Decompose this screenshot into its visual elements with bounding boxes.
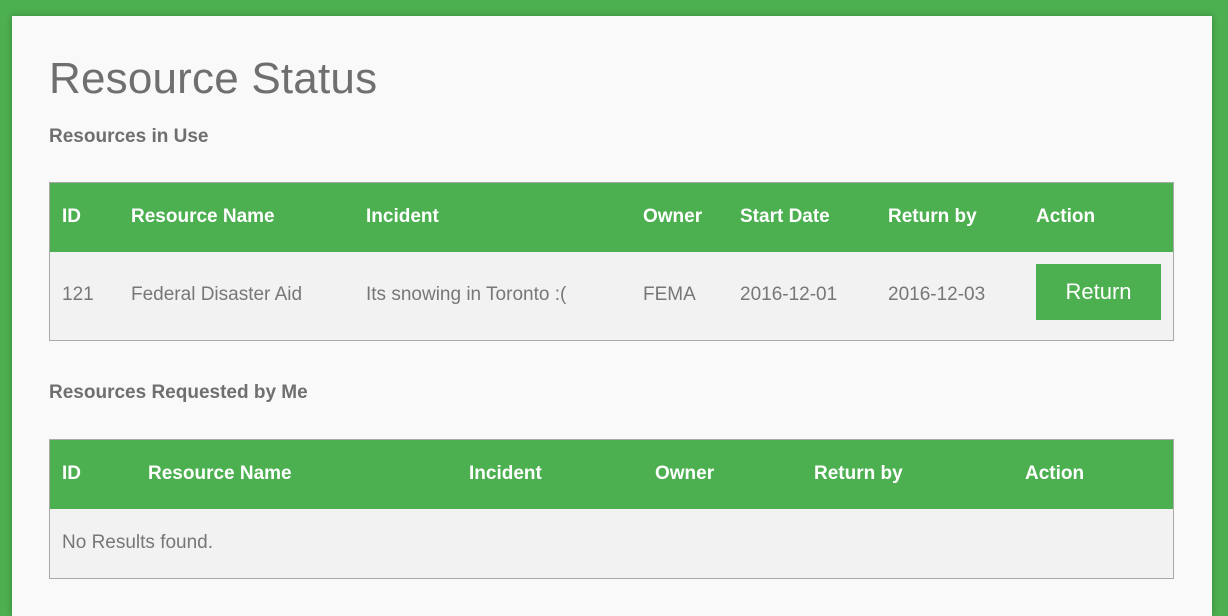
column-header-return-by: Return by xyxy=(888,206,977,227)
empty-results-message: No Results found. xyxy=(62,532,214,553)
resources-in-use-heading: Resources in Use xyxy=(49,126,209,147)
column-header-owner: Owner xyxy=(655,463,715,484)
cell-resource-name: Federal Disaster Aid xyxy=(131,284,303,305)
column-header-incident: Incident xyxy=(366,206,439,227)
page-title: Resource Status xyxy=(49,54,378,103)
column-header-owner: Owner xyxy=(643,206,703,227)
column-header-action: Action xyxy=(1036,206,1096,227)
cell-id: 121 xyxy=(62,284,94,305)
column-header-id: ID xyxy=(62,206,81,227)
resources-requested-heading: Resources Requested by Me xyxy=(49,382,308,403)
cell-return-by: 2016-12-03 xyxy=(888,284,986,305)
column-header-resource-name: Resource Name xyxy=(131,206,275,227)
resources-requested-table: ID Resource Name Incident Owner Return b… xyxy=(49,439,1174,579)
cell-incident: Its snowing in Toronto :( xyxy=(366,284,567,305)
column-header-resource-name: Resource Name xyxy=(148,463,292,484)
column-header-id: ID xyxy=(62,463,81,484)
column-header-action: Action xyxy=(1025,463,1085,484)
table-header: ID Resource Name Incident Owner Start Da… xyxy=(50,183,1173,252)
return-button[interactable]: Return xyxy=(1036,264,1161,320)
resource-status-card: Resource Status Resources in Use ID Reso… xyxy=(12,16,1212,616)
column-header-return-by: Return by xyxy=(814,463,903,484)
column-header-incident: Incident xyxy=(469,463,542,484)
cell-owner: FEMA xyxy=(643,284,696,305)
column-header-start-date: Start Date xyxy=(740,206,830,227)
table-header: ID Resource Name Incident Owner Return b… xyxy=(50,440,1173,509)
resources-in-use-table: ID Resource Name Incident Owner Start Da… xyxy=(49,182,1174,341)
cell-start-date: 2016-12-01 xyxy=(740,284,838,305)
